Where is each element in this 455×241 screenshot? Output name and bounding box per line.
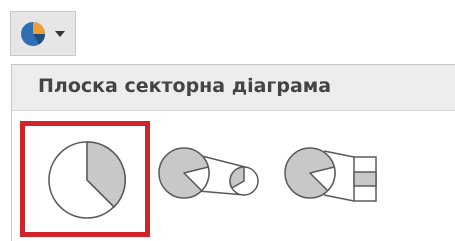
- pie-chart-icon: [21, 22, 45, 46]
- pie-of-pie-icon: [158, 147, 259, 199]
- chevron-down-icon: [55, 31, 65, 37]
- bar-of-pie-option[interactable]: [280, 121, 400, 237]
- pie-of-pie-option[interactable]: [154, 121, 269, 237]
- flat-pie-icon: [48, 141, 127, 219]
- chart-type-dropdown-button[interactable]: [10, 11, 76, 56]
- menu-header-title: Плоска секторна діаграма: [38, 75, 332, 97]
- bar-of-pie-icon: [284, 147, 377, 202]
- flat-pie-option[interactable]: [20, 121, 150, 237]
- chart-type-menu: Плоска секторна діаграма: [11, 64, 455, 241]
- menu-header: Плоска секторна діаграма: [12, 65, 455, 111]
